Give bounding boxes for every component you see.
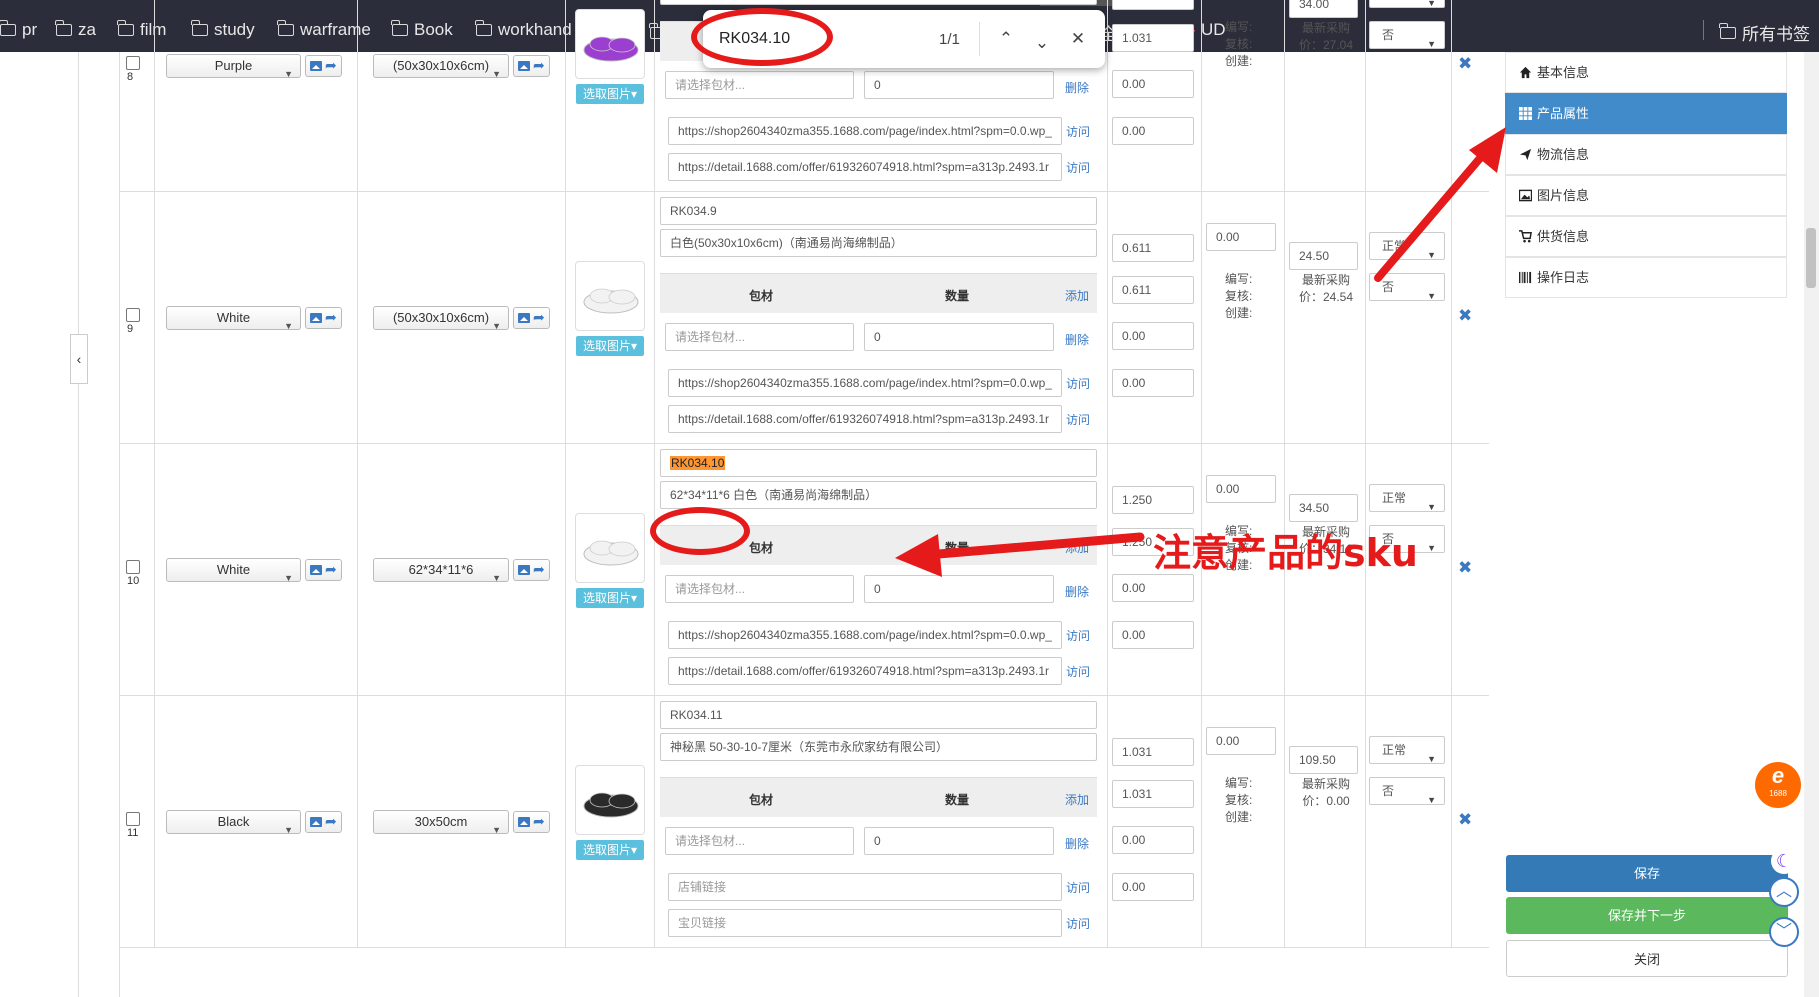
arrow-to-sku	[895, 532, 1145, 577]
annotation-arrows	[895, 127, 1506, 577]
arrow-to-product-attributes	[1374, 127, 1506, 282]
